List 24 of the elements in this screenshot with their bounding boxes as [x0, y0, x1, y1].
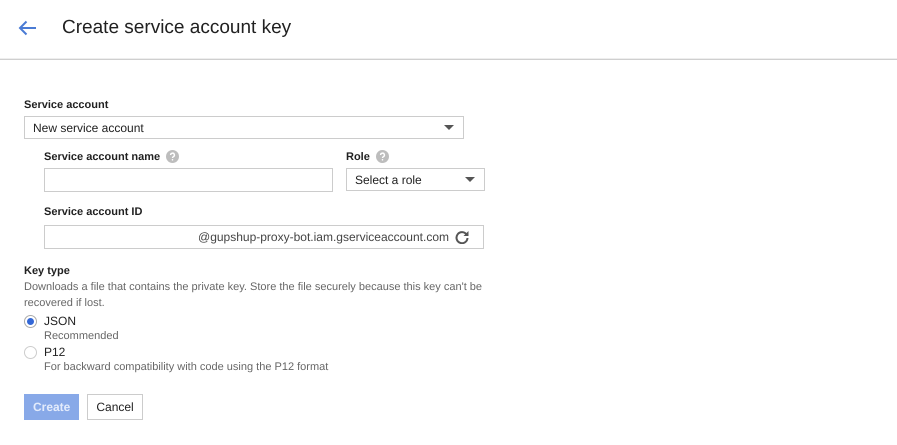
input-field[interactable]: [44, 168, 333, 192]
back-arrow-icon[interactable]: [18, 20, 37, 36]
field-label: Service account ID: [44, 206, 144, 218]
section-label: Key type: [24, 265, 71, 277]
dropdown-caret-icon: [465, 177, 475, 182]
refresh-icon[interactable]: [455, 230, 469, 244]
page-title: Create service account key: [62, 16, 292, 38]
cancel-button[interactable]: Cancel: [87, 394, 143, 420]
radio-label[interactable]: P12: [44, 345, 897, 359]
role-dropdown[interactable]: Select a role: [346, 168, 485, 191]
field-label: Service account name: [44, 150, 160, 162]
radio-button[interactable]: [24, 346, 37, 358]
option-hint: Recommended: [44, 330, 120, 342]
dropdown-caret-icon: [444, 125, 454, 130]
input-field[interactable]: @gupshup-proxy-bot.iam.gserviceaccount.com: [44, 225, 484, 249]
option-hint: For backward compatibility with code using the P12 format: [44, 361, 330, 373]
description-text: Downloads a file that contains the private key. Store the file securely because this key can't be recovered if lost.: [24, 280, 484, 311]
radio-button[interactable]: [24, 314, 37, 328]
service-account-dropdown[interactable]: New service account: [24, 116, 464, 139]
field-label: Service account: [24, 99, 110, 111]
help-icon[interactable]: [166, 150, 180, 163]
field-label: Role: [346, 150, 370, 162]
radio-label[interactable]: JSON: [44, 314, 897, 328]
help-icon[interactable]: [376, 150, 389, 163]
